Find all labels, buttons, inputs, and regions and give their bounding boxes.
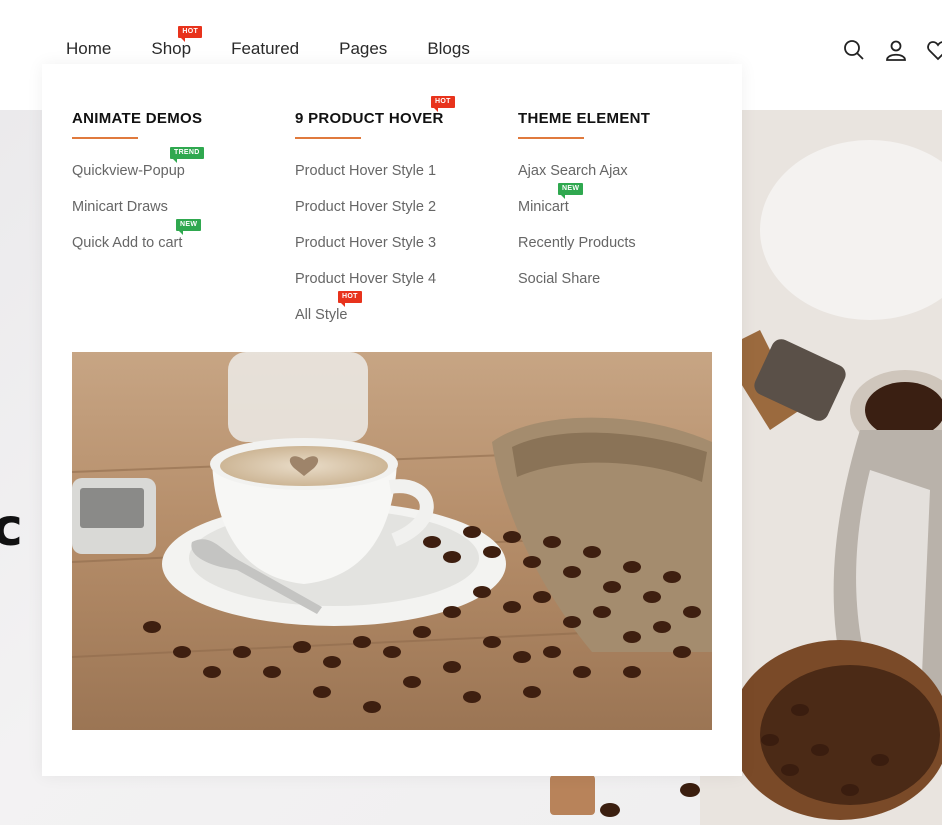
menu-link-label: Product Hover Style 3 [295,235,437,251]
user-icon[interactable] [884,38,908,62]
nav-shop[interactable]: Shop HOT [151,26,203,60]
menu-link-product-hover-style-2[interactable]: Product Hover Style 2 [295,197,495,233]
menu-link-quickview-popup[interactable]: Quickview-Popup TREND [72,147,272,197]
menu-link-all-style[interactable]: All Style HOT [295,291,495,341]
column-links: Ajax Search Ajax Minicart NEW Recently P… [518,161,718,305]
new-badge: NEW [558,183,584,199]
menu-link-product-hover-style-3[interactable]: Product Hover Style 3 [295,233,495,269]
column-title-text: THEME ELEMENT [518,110,651,127]
search-icon[interactable] [842,38,866,62]
menu-link-product-hover-style-4[interactable]: Product Hover Style 4 [295,269,495,305]
heart-icon[interactable] [926,38,942,62]
column-title: ANIMATE DEMOS [72,110,272,127]
column-title-text: 9 PRODUCT HOVER [295,110,444,127]
menu-link-recently-products[interactable]: Recently Products [518,233,718,269]
menu-link-label: Minicart Draws [72,199,168,215]
nav-pages-label: Pages [339,39,388,58]
menu-link-label: Minicart [518,199,569,215]
menu-column-theme-element: THEME ELEMENT Ajax Search Ajax Minicart … [518,110,718,305]
hot-badge: HOT [431,96,455,112]
menu-link-label: Quickview-Popup [72,163,185,179]
title-underline [72,137,138,139]
menu-column-animate-demos: ANIMATE DEMOS Quickview-Popup TREND Mini… [72,110,272,269]
menu-link-social-share[interactable]: Social Share [518,269,718,305]
menu-link-product-hover-style-1[interactable]: Product Hover Style 1 [295,161,495,197]
nav-home[interactable]: Home [66,38,111,60]
menu-link-label: Product Hover Style 1 [295,163,437,179]
column-title: 9 PRODUCT HOVER HOT [295,96,495,127]
menu-link-minicart-draws[interactable]: Minicart Draws [72,197,272,233]
menu-link-minicart[interactable]: Minicart NEW [518,183,718,233]
menu-link-ajax-search-ajax[interactable]: Ajax Search Ajax [518,161,718,197]
menu-promo-banner[interactable] [72,352,712,730]
title-underline [518,137,584,139]
menu-link-label: Ajax Search Ajax [518,163,628,179]
menu-link-label: All Style [295,307,348,323]
title-underline [295,137,361,139]
nav-pages[interactable]: Pages [339,38,387,60]
menu-link-label: Social Share [518,271,601,287]
menu-link-label: Quick Add to cart [72,235,183,251]
mega-menu-dropdown: ANIMATE DEMOS Quickview-Popup TREND Mini… [42,64,742,776]
hot-badge: HOT [178,26,203,42]
nav-featured[interactable]: Featured [231,38,299,60]
menu-link-label: Product Hover Style 4 [295,271,437,287]
nav-home-label: Home [66,39,112,58]
main-navigation: Home Shop HOT Featured Pages Blogs [66,26,510,60]
new-badge: NEW [176,219,202,235]
menu-link-label: Recently Products [518,235,636,251]
hero-heading-fragment: c [0,498,23,558]
column-links: Quickview-Popup TREND Minicart Draws Qui… [72,147,272,269]
menu-link-label: Product Hover Style 2 [295,199,437,215]
nav-blogs-label: Blogs [427,39,470,58]
nav-blogs[interactable]: Blogs [427,38,470,60]
column-links: Product Hover Style 1 Product Hover Styl… [295,161,495,341]
menu-column-product-hover: 9 PRODUCT HOVER HOT Product Hover Style … [295,96,495,341]
trend-badge: TREND [170,147,204,163]
hot-badge: HOT [338,291,362,307]
coffee-cup-and-beans-image [72,352,712,730]
nav-featured-label: Featured [231,39,300,58]
menu-link-quick-add-to-cart[interactable]: Quick Add to cart NEW [72,219,272,269]
column-title: THEME ELEMENT [518,110,718,127]
header-actions [824,38,942,62]
column-title-text: ANIMATE DEMOS [72,110,203,127]
